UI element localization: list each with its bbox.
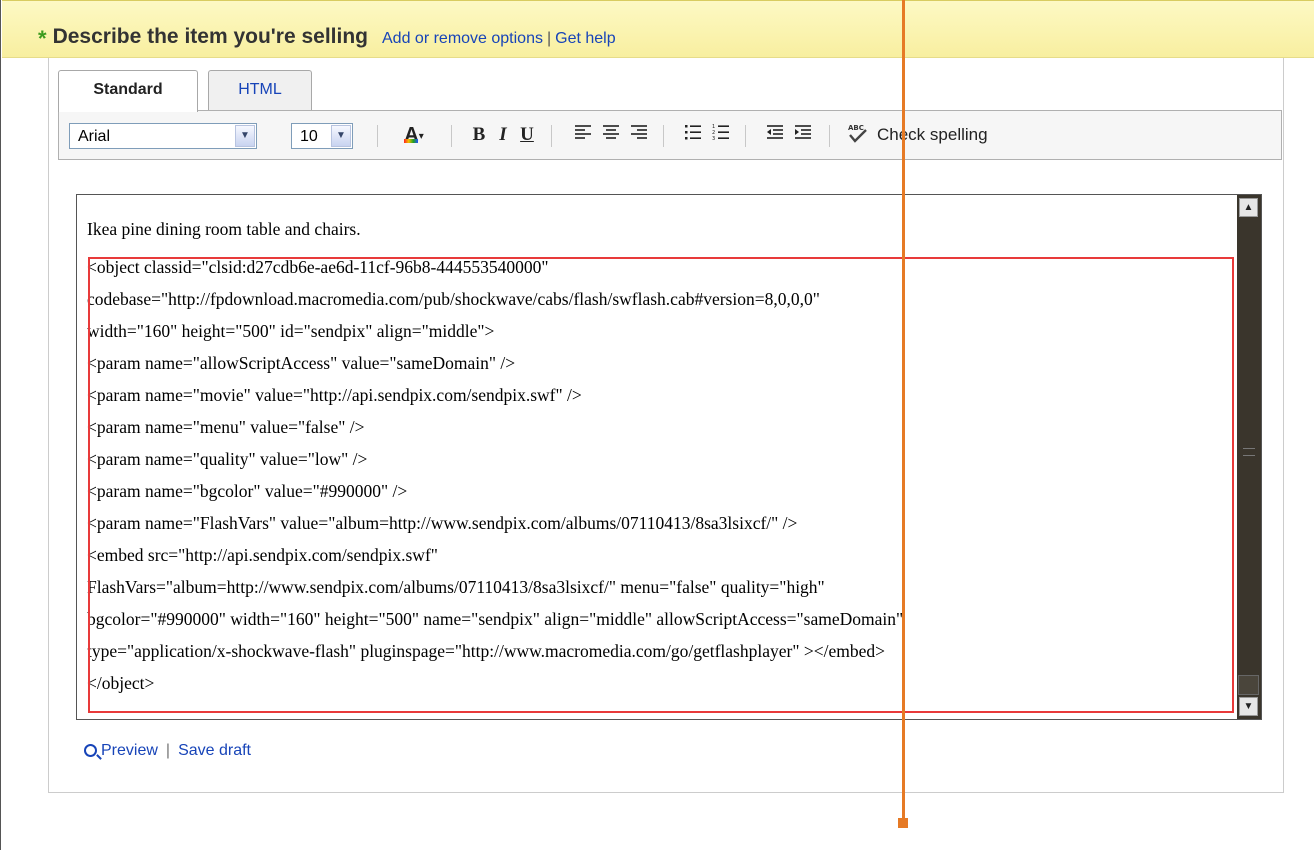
chevron-down-icon[interactable]: ▼ (331, 125, 351, 147)
code-line: <param name="quality" value="low" /> (87, 449, 368, 469)
code-line: <param name="FlashVars" value="album=htt… (87, 513, 798, 533)
font-size-select[interactable]: 10 ▼ (291, 123, 353, 149)
toolbar-divider (551, 125, 552, 147)
code-line: <param name="movie" value="http://api.se… (87, 385, 582, 405)
code-line: FlashVars="album=http://www.sendpix.com/… (87, 577, 825, 597)
bullet-list-button[interactable] (681, 121, 705, 149)
font-family-value: Arial (78, 128, 111, 145)
add-remove-options-link[interactable]: Add or remove options (382, 30, 543, 47)
header-title-row: * Describe the item you're selling Add or … (38, 25, 616, 52)
tab-html[interactable]: HTML (208, 70, 312, 110)
description-first-line: Ikea pine dining room table and chairs. (87, 219, 361, 239)
formatting-toolbar: Arial ▼ 10 ▼ A ▾ B I U 123 ABC Check spel… (58, 110, 1282, 160)
scroll-down-icon[interactable]: ▼ (1239, 697, 1258, 716)
annotation-line (902, 0, 905, 822)
toolbar-divider (451, 125, 452, 147)
header-links: Add or remove options | Get help (382, 30, 616, 47)
get-help-link[interactable]: Get help (555, 30, 615, 47)
check-spelling-label[interactable]: Check spelling (877, 125, 988, 145)
spell-check-button[interactable]: ABC (845, 122, 871, 150)
window-left-border (0, 0, 1, 850)
scroll-grip-icon (1243, 448, 1255, 456)
font-family-select[interactable]: Arial ▼ (69, 123, 257, 149)
toolbar-divider (663, 125, 664, 147)
align-right-icon (631, 125, 647, 139)
code-line: width="160" height="500" id="sendpix" al… (87, 321, 495, 341)
editor-scrollbar[interactable]: ▲ ▼ (1237, 195, 1261, 719)
outdent-button[interactable] (763, 121, 787, 149)
underline-button[interactable]: U (517, 121, 537, 149)
toolbar-divider (377, 125, 378, 147)
editor-content[interactable]: Ikea pine dining room table and chairs. … (87, 213, 1227, 699)
numbered-list-button[interactable]: 123 (709, 121, 733, 149)
save-draft-link[interactable]: Save draft (178, 742, 251, 759)
align-left-icon (575, 125, 591, 139)
svg-text:ABC: ABC (848, 124, 864, 132)
spell-check-icon: ABC (848, 124, 867, 143)
code-line: <param name="bgcolor" value="#990000" /> (87, 481, 408, 501)
indent-icon (795, 125, 811, 139)
font-size-value: 10 (300, 128, 318, 145)
code-line: bgcolor="#990000" width="160" height="50… (87, 609, 904, 629)
code-line: </object> (87, 673, 155, 693)
section-title: Describe the item you're selling (52, 25, 368, 48)
svg-text:3: 3 (712, 136, 715, 140)
indent-button[interactable] (791, 121, 815, 149)
code-line: codebase="http://fpdownload.macromedia.c… (87, 289, 820, 309)
bold-button[interactable]: B (469, 121, 489, 149)
chevron-down-icon[interactable]: ▼ (235, 125, 255, 147)
numbered-list-icon: 123 (712, 124, 729, 142)
link-separator: | (546, 30, 552, 47)
annotation-marker (898, 818, 908, 828)
magnifier-icon[interactable] (84, 744, 97, 757)
font-color-button[interactable]: A ▾ (397, 121, 431, 149)
toolbar-divider (745, 125, 746, 147)
section-header: * Describe the item you're selling Add or … (2, 0, 1314, 58)
code-line: <param name="menu" value="false" /> (87, 417, 365, 437)
description-editor[interactable]: Ikea pine dining room table and chairs. … (76, 194, 1262, 720)
code-line: type="application/x-shockwave-flash" plu… (87, 641, 885, 661)
align-right-button[interactable] (627, 121, 651, 149)
font-color-icon: A (404, 124, 419, 146)
italic-button[interactable]: I (493, 121, 513, 149)
required-star-icon: * (38, 26, 47, 51)
code-line: <param name="allowScriptAccess" value="s… (87, 353, 516, 373)
editor-footer-links: Preview | Save draft (84, 742, 251, 760)
align-left-button[interactable] (571, 121, 595, 149)
scroll-thumb[interactable] (1238, 675, 1259, 695)
code-line: <embed src="http://api.sendpix.com/sendp… (87, 545, 438, 565)
align-center-icon (603, 125, 619, 139)
bullet-list-icon (685, 125, 701, 140)
outdent-icon (767, 125, 783, 139)
footer-separator: | (165, 742, 171, 759)
scroll-up-icon[interactable]: ▲ (1239, 198, 1258, 217)
align-center-button[interactable] (599, 121, 623, 149)
tab-standard[interactable]: Standard (58, 70, 198, 112)
preview-link[interactable]: Preview (101, 742, 158, 759)
toolbar-divider (829, 125, 830, 147)
code-line: <object classid="clsid:d27cdb6e-ae6d-11c… (87, 257, 549, 277)
